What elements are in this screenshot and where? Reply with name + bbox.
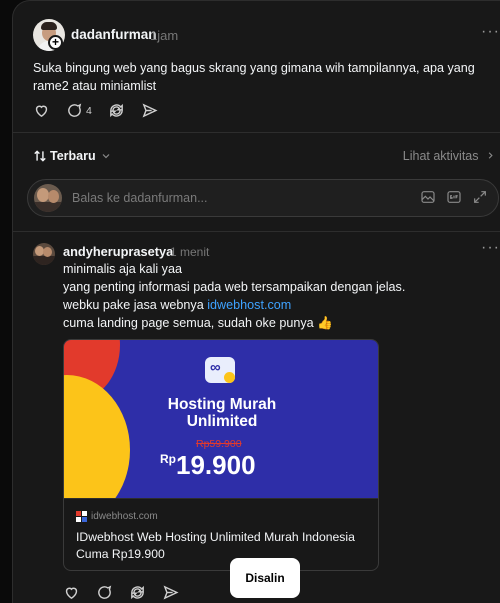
chevron-right-icon [488,152,493,159]
repost-icon [131,585,144,600]
reply-composer[interactable]: Balas ke dadanfurman... [27,179,499,217]
reply-button[interactable]: 4 [66,102,92,119]
domain-label: idwebhost.com [91,511,158,522]
op-actions: 4 [33,102,174,119]
reply-timestamp: 1 menit [170,245,210,259]
view-activity-label: Lihat aktivitas [402,149,479,163]
view-activity-link[interactable]: Lihat aktivitas [403,149,496,163]
reply-count: 4 [86,104,92,117]
price-currency: Rp [160,452,176,466]
reply-line: yang penting informasi pada web tersampa… [63,280,406,294]
op-username[interactable]: dadanfurman [71,27,157,42]
preview-domain: idwebhost.com [76,511,158,522]
follow-plus-icon[interactable]: + [48,35,63,50]
thread-panel: + dadanfurman 1jam ··· Suka bingung web … [12,0,500,603]
sort-icon [34,150,46,162]
repost-icon [109,103,123,118]
decor-yellow-circle [64,375,130,498]
attach-image-button[interactable] [420,189,436,205]
reply-username[interactable]: andyheruprasetya [63,244,173,259]
gif-icon [447,191,461,203]
attach-gif-button[interactable] [446,189,462,205]
copied-toast: Disalin [230,558,300,598]
composer-tools [420,189,498,205]
price: 19.900 [176,450,256,480]
reply-more-icon[interactable]: ··· [481,239,500,257]
op-timestamp: 1jam [150,28,179,43]
comment-icon [68,103,82,117]
expand-icon [474,191,486,203]
op-more-icon[interactable]: ··· [481,23,500,41]
heart-icon [65,587,78,600]
logo-glyph: ∞ [210,359,221,376]
sort-bar: Terbaru Lihat aktivitas [13,133,500,179]
heart-icon [35,105,48,118]
share-button[interactable] [141,102,158,119]
reply-actions [63,584,195,601]
banner-title-line-1: Hosting Murah [167,396,277,413]
sort-dropdown[interactable]: Terbaru [33,149,112,163]
image-icon [421,191,435,203]
reply-share-button[interactable] [162,584,179,601]
old-price: Rp59.900 [196,438,242,450]
preview-title: IDwebhost Web Hosting Unlimited Murah In… [76,530,355,561]
reply-line: cuma landing page semua, sudah oke punya… [63,316,333,330]
preview-banner: ∞ Hosting Murah Unlimited Rp59.900 Rp 19… [64,340,378,498]
like-button[interactable] [33,102,50,119]
reply-avatar[interactable] [33,243,55,265]
share-icon [163,585,179,600]
preview-meta: idwebhost.com IDwebhost Web Hosting Unli… [64,498,378,570]
share-icon [142,103,158,118]
reply-link[interactable]: idwebhost.com [207,298,291,312]
reply-line: minimalis aja kali yaa [63,262,182,276]
reply-comment-button[interactable] [96,584,113,601]
banner-title-line-2: Unlimited [186,413,258,430]
op-text: Suka bingung web yang bagus skrang yang … [33,61,475,93]
link-preview-card[interactable]: ∞ Hosting Murah Unlimited Rp59.900 Rp 19… [63,339,379,571]
divider [13,231,500,232]
repost-button[interactable] [108,102,125,119]
idwebhost-logo-icon: ∞ [205,357,235,383]
reply-input[interactable]: Balas ke dadanfurman... [72,191,208,205]
reply-text: minimalis aja kali yaa yang penting info… [63,260,483,332]
comment-icon [98,585,112,599]
reply-line: webku pake jasa webnya idwebhost.com [63,296,483,314]
reply-line-text: webku pake jasa webnya [63,298,208,312]
sort-label: Terbaru [50,149,96,163]
expand-composer-button[interactable] [472,189,488,205]
favicon-icon [76,511,87,522]
original-post: + dadanfurman 1jam ··· Suka bingung web … [13,1,500,133]
chevron-down-icon [102,154,110,159]
reply-like-button[interactable] [63,584,80,601]
my-avatar [34,184,62,212]
reply-repost-button[interactable] [129,584,146,601]
